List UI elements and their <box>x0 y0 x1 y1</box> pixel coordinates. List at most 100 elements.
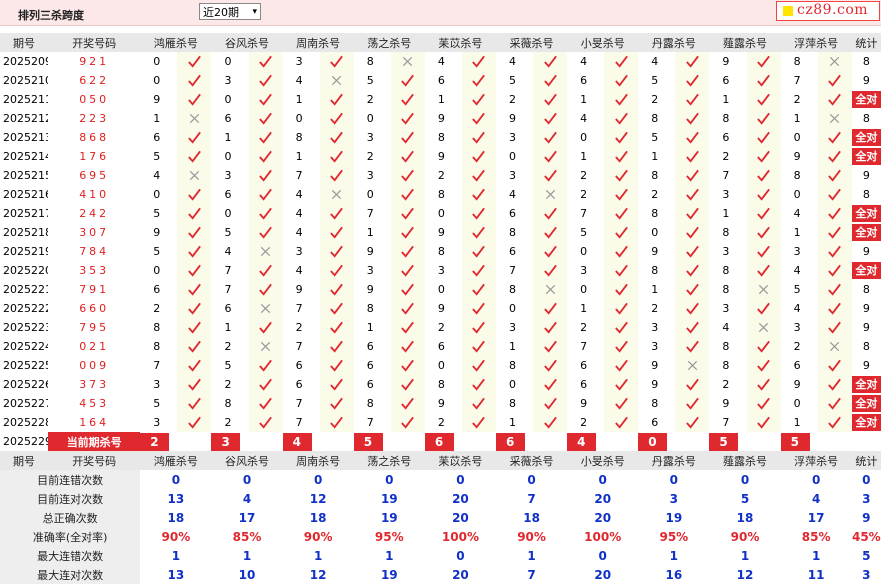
current-kill-number: 4 <box>567 432 597 451</box>
check-icon <box>686 55 699 68</box>
result-mark-cell <box>177 223 212 242</box>
check-icon <box>330 169 344 182</box>
check-icon <box>188 188 201 201</box>
cross-icon <box>260 246 271 257</box>
result-mark-cell <box>248 413 283 432</box>
period-cell: 2025220 <box>3 264 49 277</box>
kill-number-cell: 6 <box>437 340 445 353</box>
kill-number-cell: 3 <box>366 264 374 277</box>
result-mark-cell <box>461 413 496 432</box>
result-mark-cell <box>319 337 354 356</box>
current-kill-cell: 2 <box>140 432 211 451</box>
result-mark-cell <box>319 71 354 90</box>
cross-icon <box>403 56 413 67</box>
check-icon <box>686 321 699 334</box>
kill-number-cell: 1 <box>793 416 801 429</box>
kill-number-cell: 3 <box>224 169 232 182</box>
total-cell: 9 <box>862 169 870 182</box>
result-mark-cell <box>177 280 212 299</box>
current-kill-cell: 5 <box>353 432 425 451</box>
kill-number-cell: 3 <box>295 245 303 258</box>
kill-number-cell: 8 <box>437 378 445 391</box>
draw-number-cell: 868 <box>79 131 110 144</box>
site-logo[interactable]: cz89.com <box>776 1 880 21</box>
period-cell: 2025211 <box>3 93 49 106</box>
check-icon <box>259 150 272 163</box>
stat-value: 13 <box>167 567 185 582</box>
result-mark-cell <box>746 337 781 356</box>
period-cell: 2025216 <box>3 188 49 201</box>
kill-number-cell: 5 <box>651 74 659 87</box>
result-mark-cell <box>604 128 639 147</box>
kill-number-cell: 7 <box>295 302 303 315</box>
kill-number-cell: 0 <box>580 131 588 144</box>
kill-number-cell: 4 <box>153 169 161 182</box>
kill-number-cell: 7 <box>295 169 303 182</box>
result-mark-cell <box>533 337 568 356</box>
check-icon <box>259 74 272 87</box>
check-icon <box>757 55 770 68</box>
stat-value: 20 <box>452 567 469 582</box>
result-mark-cell <box>675 413 710 432</box>
check-icon <box>614 245 628 258</box>
table-row: 2025213 868 6 1 8 3 8 3 0 5 6 0 全对 <box>0 128 881 147</box>
result-mark-cell <box>177 90 212 109</box>
check-icon <box>401 264 415 277</box>
check-icon <box>401 340 415 353</box>
stat-value: 18 <box>167 510 185 525</box>
check-icon <box>543 245 557 258</box>
result-mark-cell <box>390 223 425 242</box>
check-icon <box>330 264 344 277</box>
check-icon <box>472 55 486 68</box>
check-icon <box>472 93 486 106</box>
cross-icon <box>758 284 769 295</box>
period-range-select[interactable]: 近20期 ▾ <box>199 3 261 20</box>
check-icon <box>259 188 272 201</box>
kill-number-cell: 4 <box>295 74 303 87</box>
check-icon <box>757 131 770 144</box>
check-icon <box>543 302 557 315</box>
check-icon <box>828 74 842 87</box>
kill-number-cell: 9 <box>722 55 730 68</box>
stat-value: 0 <box>862 472 871 487</box>
check-icon <box>686 397 699 410</box>
kill-number-cell: 1 <box>366 226 374 239</box>
check-icon <box>401 169 415 182</box>
kill-number-cell: 5 <box>366 74 374 87</box>
kill-number-cell: 9 <box>793 378 801 391</box>
column-header: 鸿雁杀号 <box>140 451 212 470</box>
table-row: 2025209 921 0 0 3 8 4 4 4 4 9 8 8 <box>0 52 881 71</box>
stat-value: 90% <box>303 529 333 544</box>
kill-number-cell: 7 <box>295 416 303 429</box>
kill-number-cell: 0 <box>793 397 801 410</box>
kill-number-cell: 6 <box>224 112 232 125</box>
check-icon <box>757 416 770 429</box>
result-mark-cell <box>177 147 212 166</box>
result-mark-cell <box>533 128 568 147</box>
draw-number-cell: 307 <box>79 226 110 239</box>
check-icon <box>259 359 272 372</box>
stat-value: 85% <box>232 529 262 544</box>
check-icon <box>614 264 628 277</box>
stat-value: 0 <box>313 472 323 487</box>
kill-number-cell: 3 <box>509 169 516 182</box>
stat-value: 90% <box>161 529 191 544</box>
kill-number-cell: 6 <box>580 359 588 372</box>
draw-number-cell: 021 <box>79 340 110 353</box>
result-mark-cell <box>675 394 710 413</box>
result-mark-cell <box>746 299 781 318</box>
kill-number-cell: 6 <box>651 416 659 429</box>
table-row: 2025212 223 1 6 0 0 9 9 4 8 8 1 8 <box>0 109 881 128</box>
result-mark-cell <box>177 204 212 223</box>
kill-number-cell: 2 <box>580 416 588 429</box>
current-kill-cell: 4 <box>567 432 638 451</box>
period-cell: 2025219 <box>3 245 49 258</box>
result-mark-cell <box>604 356 639 375</box>
check-icon <box>757 340 770 353</box>
result-mark-cell <box>177 109 212 128</box>
check-icon <box>828 131 842 144</box>
check-icon <box>543 264 557 277</box>
kill-number-cell: 6 <box>580 74 588 87</box>
column-header: 期号 <box>0 33 49 52</box>
current-kill-cell: 6 <box>424 432 496 451</box>
